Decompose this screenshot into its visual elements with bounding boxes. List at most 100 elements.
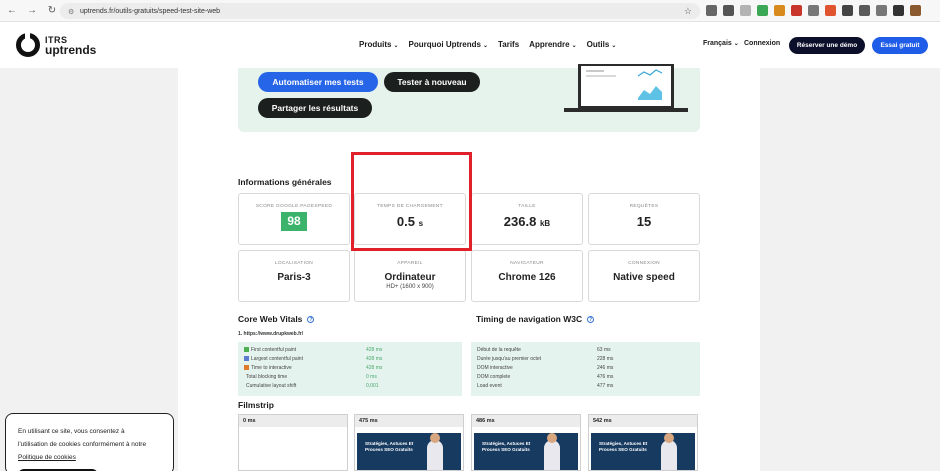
cookie-policy-link[interactable]: Politique de cookies xyxy=(18,451,173,464)
timing-name: DOM interactive xyxy=(477,364,513,371)
metric-row: Total blocking time 0 ms xyxy=(238,372,462,381)
filmstrip-frame[interactable]: 0 ms xyxy=(238,414,348,471)
forward-icon[interactable]: → xyxy=(24,3,40,19)
logo-mark-icon xyxy=(16,32,40,57)
timing-name: Durée jusqu'au premier octet xyxy=(477,355,542,362)
browser-extension-icon[interactable] xyxy=(876,5,887,16)
site-nav-strip xyxy=(591,428,695,433)
browser-extension-icon[interactable] xyxy=(774,5,785,16)
frame-screenshot: Stratégies, Astuces Et Process SEO Gratu… xyxy=(357,428,461,470)
help-icon[interactable]: ? xyxy=(587,316,595,324)
share-results-button[interactable]: Partager les résultats xyxy=(258,98,372,118)
core-web-vitals-title: Core Web Vitals? xyxy=(238,314,315,324)
browser-extension-icon[interactable] xyxy=(893,5,904,16)
card-location: LOCALISATION Paris-3 xyxy=(238,250,350,302)
tested-url: 1. https://www.drupkweb.fr/ xyxy=(238,331,304,337)
nav-item[interactable]: Apprendre ⌄ xyxy=(529,40,576,49)
timing-row: Load event 477 ms xyxy=(471,381,700,390)
frame-time: 0 ms xyxy=(239,415,347,427)
browser-extension-icon[interactable] xyxy=(740,5,751,16)
timing-row: DOM complete 476 ms xyxy=(471,372,700,381)
nav-item[interactable]: Tarifs xyxy=(498,40,519,49)
logo-line-2: uptrends xyxy=(45,43,97,57)
browser-extension-icon[interactable] xyxy=(825,5,836,16)
address-bar[interactable]: ⚙ uptrends.fr/outils-gratuits/speed-test… xyxy=(60,3,700,19)
book-demo-button[interactable]: Réserver une démo xyxy=(789,37,865,54)
metric-color-swatch xyxy=(244,355,249,361)
nav-item[interactable]: Outils ⌄ xyxy=(587,40,617,49)
back-icon[interactable]: ← xyxy=(4,3,20,19)
card-value: Native speed xyxy=(613,272,675,283)
browser-extension-icon[interactable] xyxy=(706,5,717,16)
metric-value: 428 ms xyxy=(366,355,383,362)
frame-screenshot: Stratégies, Astuces Et Process SEO Gratu… xyxy=(591,428,695,470)
metric-value: 0,001 xyxy=(366,382,379,389)
frame-time: 542 ms xyxy=(589,415,697,427)
person-illustration xyxy=(544,440,560,470)
metric-name: Largest contentful paint xyxy=(251,355,303,362)
login-link[interactable]: Connexion xyxy=(744,40,780,47)
card-label: APPAREIL xyxy=(397,261,423,266)
browser-extension-icon[interactable] xyxy=(910,5,921,16)
browser-extension-icon[interactable] xyxy=(842,5,853,16)
site-header: ITRS uptrends Produits ⌄ Pourquoi Uptrends… xyxy=(0,22,940,68)
browser-extension-icon[interactable] xyxy=(808,5,819,16)
frame-caption: Stratégies, Astuces Et Process SEO Gratu… xyxy=(599,441,648,452)
uptrends-logo[interactable]: ITRS uptrends xyxy=(16,32,97,57)
card-size: TAILLE 236.8 kB xyxy=(471,193,583,245)
metric-name: Time to interactive xyxy=(251,364,292,371)
browser-extension-icon[interactable] xyxy=(791,5,802,16)
retest-button[interactable]: Tester à nouveau xyxy=(384,72,480,92)
browser-extension-icon[interactable] xyxy=(757,5,768,16)
site-settings-icon[interactable]: ⚙ xyxy=(68,8,75,16)
card-value: 15 xyxy=(636,214,652,229)
browser-toolbar: ← → ↻ ⚙ uptrends.fr/outils-gratuits/spee… xyxy=(0,0,940,22)
free-trial-button[interactable]: Essai gratuit xyxy=(872,37,928,54)
metric-color-swatch xyxy=(244,346,249,352)
card-label: TAILLE xyxy=(518,204,536,209)
browser-extension-icon[interactable] xyxy=(859,5,870,16)
card-label: LOCALISATION xyxy=(274,261,314,266)
frame-time: 475 ms xyxy=(355,415,463,427)
nav-item[interactable]: Pourquoi Uptrends ⌄ xyxy=(408,40,487,49)
results-content: Automatiser mes tests Tester à nouveau P… xyxy=(178,64,760,471)
card-value: 236.8 xyxy=(503,214,537,229)
cookie-banner: En utilisant ce site, vous consentez à l… xyxy=(5,413,174,471)
metric-row: Cumulative layout shift 0,001 xyxy=(238,381,462,390)
chevron-down-icon: ⌄ xyxy=(611,43,617,49)
filmstrip-title: Filmstrip xyxy=(238,400,274,410)
language-selector[interactable]: Français ⌄ xyxy=(703,40,739,47)
nav-item[interactable]: Produits ⌄ xyxy=(359,40,398,49)
cookie-text-line-1: En utilisant ce site, vous consentez à xyxy=(18,428,125,435)
extension-icons xyxy=(706,5,921,16)
timing-value: 63 ms xyxy=(597,346,611,353)
results-hero: Automatiser mes tests Tester à nouveau P… xyxy=(238,64,700,132)
help-icon[interactable]: ? xyxy=(307,316,315,324)
metric-value: 428 ms xyxy=(366,364,383,371)
metric-row: First contentful paint 428 ms xyxy=(238,345,462,354)
chevron-down-icon: ⌄ xyxy=(571,43,577,49)
timing-name: DOM complete xyxy=(477,373,511,380)
person-head xyxy=(547,433,557,443)
card-label: REQUÊTES xyxy=(629,204,659,209)
timing-value: 477 ms xyxy=(597,382,614,389)
metric-name: Total blocking time xyxy=(246,373,288,380)
metric-value: 0 ms xyxy=(366,373,377,380)
chevron-down-icon: ⌄ xyxy=(733,41,739,47)
timing-row: Durée jusqu'au premier octet 228 ms xyxy=(471,354,700,363)
laptop-illustration xyxy=(564,64,688,112)
filmstrip-frame[interactable]: 486 ms Stratégies, Astuces Et Process SEO… xyxy=(471,414,581,471)
browser-extension-icon[interactable] xyxy=(723,5,734,16)
card-subvalue: HD+ (1600 x 900) xyxy=(386,284,434,290)
card-browser: NAVIGATEUR Chrome 126 xyxy=(471,250,583,302)
filmstrip-frame[interactable]: 542 ms Stratégies, Astuces Et Process SEO… xyxy=(588,414,698,471)
metric-value: 428 ms xyxy=(366,346,383,353)
frame-caption: Stratégies, Astuces Et Process SEO Gratu… xyxy=(365,441,414,452)
general-info-title: Informations générales xyxy=(238,177,332,187)
automate-tests-button[interactable]: Automatiser mes tests xyxy=(258,72,378,92)
bookmark-star-icon[interactable]: ☆ xyxy=(684,6,692,17)
filmstrip-frame[interactable]: 475 ms Stratégies, Astuces Et Process SEO… xyxy=(354,414,464,471)
site-nav-strip xyxy=(474,428,578,433)
cookie-text-line-2: l'utilisation de cookies conformément à … xyxy=(18,441,147,448)
reload-icon[interactable]: ↻ xyxy=(44,3,60,19)
